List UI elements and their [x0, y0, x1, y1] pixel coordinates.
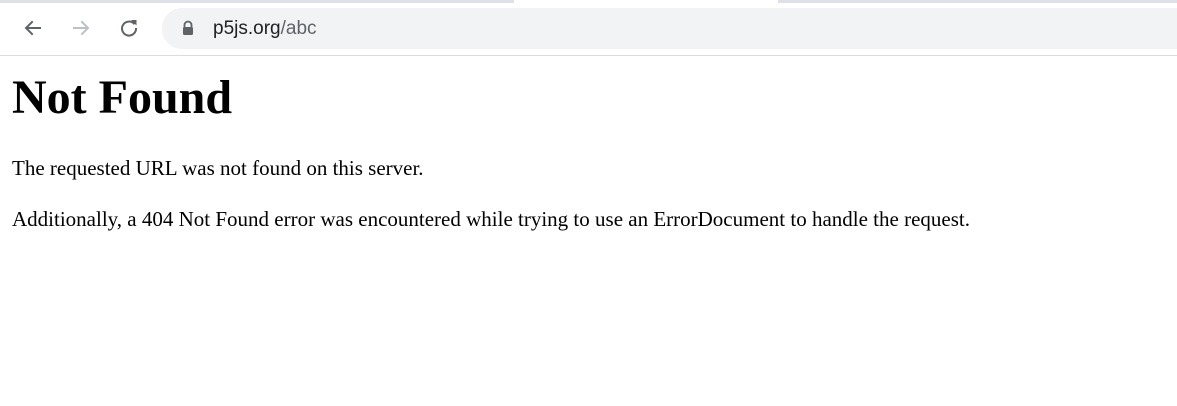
- forward-button[interactable]: [65, 12, 97, 44]
- arrow-left-icon: [24, 20, 41, 36]
- tab-strip-edge: [0, 0, 1177, 3]
- browser-toolbar: p5js.org/abc: [0, 0, 1177, 56]
- back-button[interactable]: [17, 12, 49, 44]
- page-content: Not Found The requested URL was not foun…: [0, 71, 1177, 232]
- error-message: The requested URL was not found on this …: [12, 156, 424, 180]
- lock-icon[interactable]: [180, 20, 196, 36]
- url-path: /abc: [280, 18, 317, 39]
- reload-icon: [121, 20, 138, 37]
- page-title: Not Found: [12, 71, 233, 124]
- arrow-right-icon: [73, 20, 90, 36]
- url-host: p5js.org: [213, 18, 281, 39]
- error-detail: Additionally, a 404 Not Found error was …: [12, 207, 970, 231]
- address-bar[interactable]: p5js.org/abc: [162, 8, 1177, 49]
- active-tab-edge: [514, 0, 778, 3]
- url-text[interactable]: p5js.org/abc: [213, 18, 317, 40]
- reload-button[interactable]: [113, 12, 145, 44]
